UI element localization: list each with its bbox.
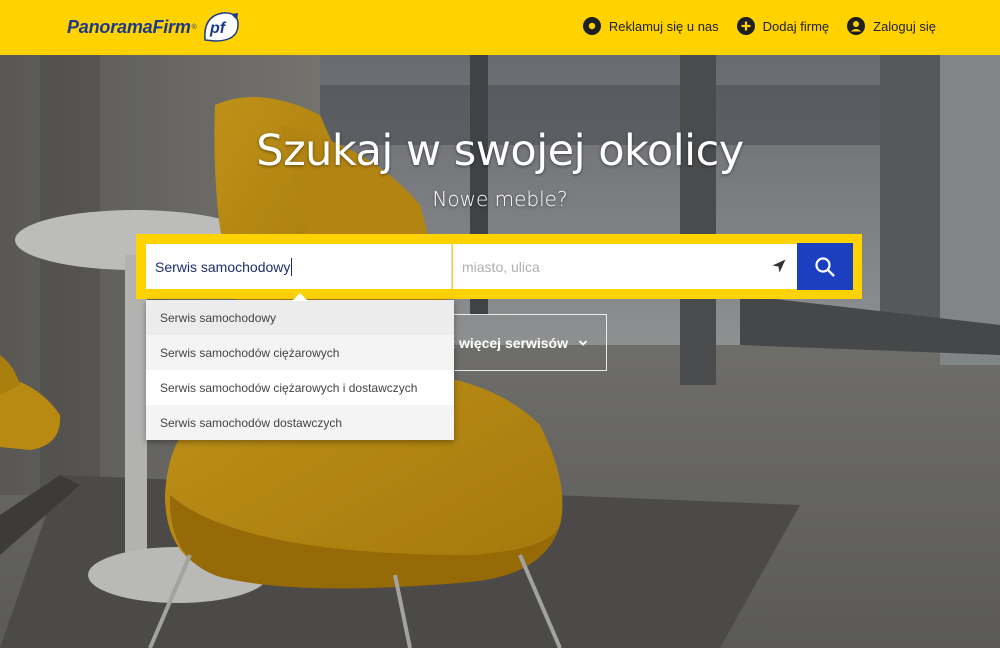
nav-advertise-label: Reklamuj się u nas [608,18,719,34]
locate-arrow-icon[interactable] [771,258,787,274]
suggestion-item[interactable]: Serwis samochodów dostawczych [146,405,454,440]
site-logo[interactable]: PanoramaFirm ® pf [67,10,241,44]
logo-badge-icon: pf [201,10,241,44]
nav-advertise-link[interactable]: Reklamuj się u nas [582,17,719,35]
location-input[interactable]: miasto, ulica [453,244,797,289]
logo-text: PanoramaFirm [67,16,191,37]
what-search-value: Serwis samochodowy [155,258,291,275]
logo-registered-mark: ® [191,23,197,31]
header-nav: Reklamuj się u nas Dodaj firmę Zaloguj s… [582,17,936,35]
location-placeholder: miasto, ulica [462,258,540,275]
user-icon [847,17,866,35]
top-header: PanoramaFirm ® pf Reklamuj się u nas Dod… [0,0,1000,55]
suggestions-dropdown: Serwis samochodowy Serwis samochodów cię… [146,293,454,440]
hero-subline: Nowe meble? [432,187,568,211]
target-icon [582,17,601,35]
suggestion-item[interactable]: Serwis samochodów ciężarowych i dostawcz… [146,370,454,405]
nav-login-link[interactable]: Zaloguj się [847,17,936,35]
text-caret [291,257,293,276]
suggestion-item[interactable]: Serwis samochodowy [146,300,454,335]
nav-login-label: Zaloguj się [873,18,936,34]
plus-icon [736,17,755,35]
hero-headline: Szukaj w swojej okolicy [256,126,744,176]
logo-badge-text: pf [209,20,227,37]
nav-add-company-link[interactable]: Dodaj firmę [736,17,830,35]
suggestion-item[interactable]: Serwis samochodów ciężarowych [146,335,454,370]
hero-section: Szukaj w swojej okolicy Nowe meble? z wi… [0,55,1000,648]
chevron-down-icon [578,339,588,346]
search-button[interactable] [797,243,853,290]
more-services-label: z więcej serwisów [448,334,568,351]
more-services-button[interactable]: z więcej serwisów [440,314,607,371]
search-icon [815,256,835,277]
search-bar: Serwis samochodowy miasto, ulica [136,234,862,299]
nav-add-company-label: Dodaj firmę [762,18,830,34]
what-search-input[interactable]: Serwis samochodowy [146,244,452,289]
